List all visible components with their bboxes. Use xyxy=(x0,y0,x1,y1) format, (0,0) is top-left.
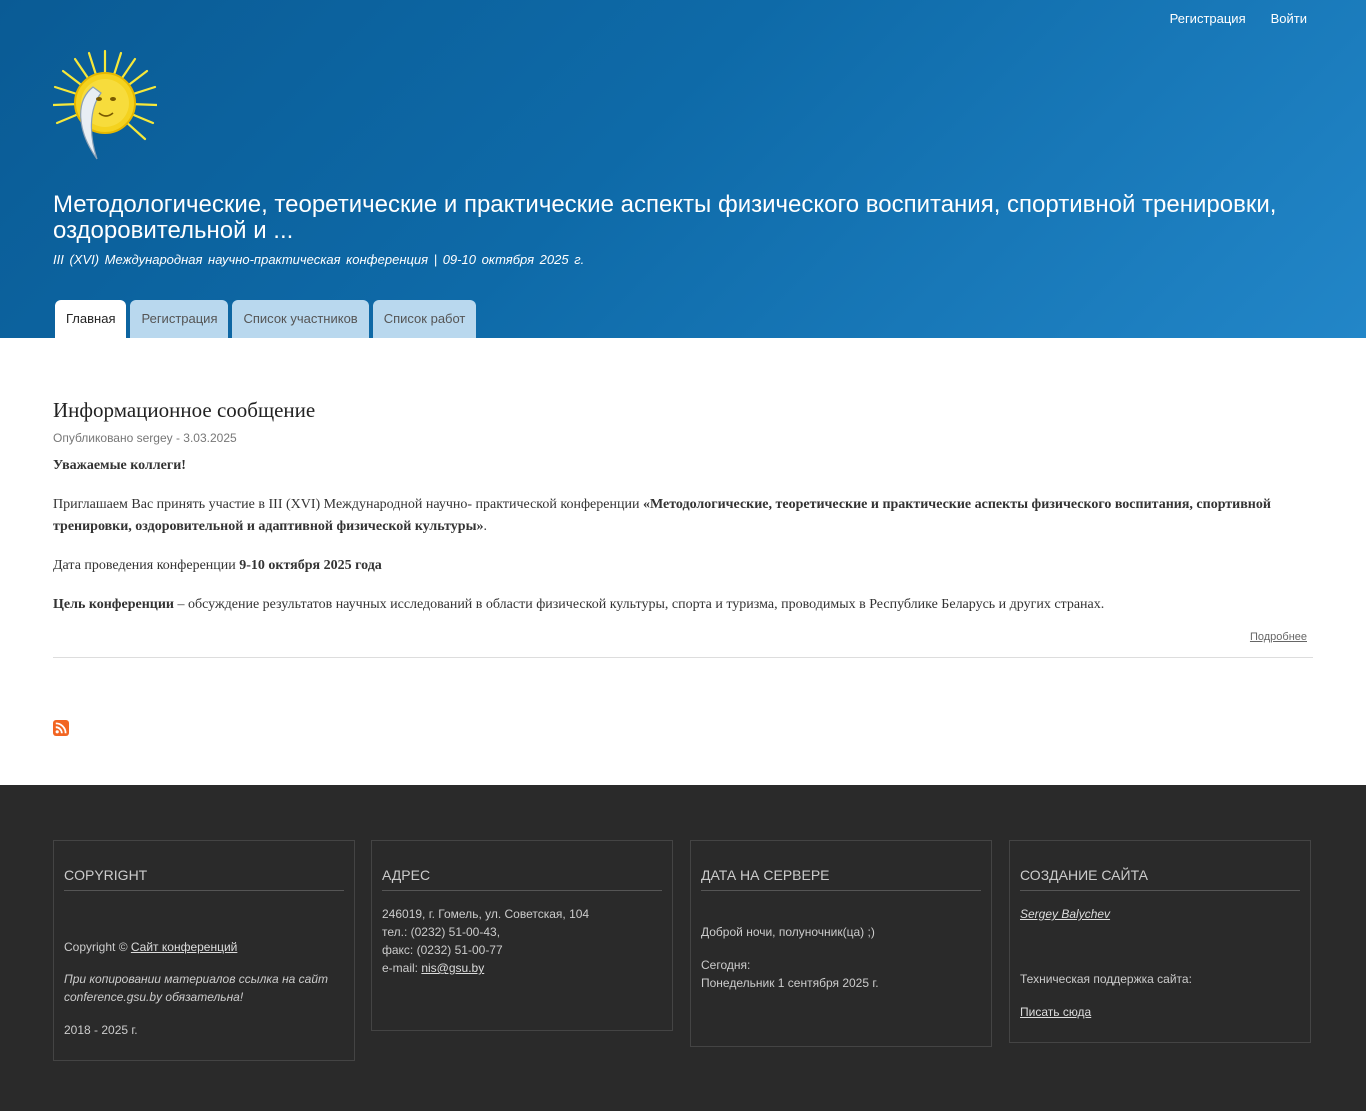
today-value: Понедельник 1 сентября 2025 г. xyxy=(701,976,879,990)
copyright-block: Copyright Copyright © Сайт конференций П… xyxy=(53,840,355,1061)
top-login-link[interactable]: Войти xyxy=(1271,11,1307,26)
author-line: Sergey Balychev xyxy=(1020,905,1300,923)
support-line: Писать сюда xyxy=(1020,1003,1300,1021)
read-more: Подробнее xyxy=(53,631,1313,643)
tab-home[interactable]: Главная xyxy=(55,300,127,338)
support-label: Техническая поддержка сайта: xyxy=(1020,972,1192,986)
goal-paragraph: Цель конференции – обсуждение результато… xyxy=(53,597,1105,612)
site-slogan: III (XVI) Международная научно-практичес… xyxy=(53,252,585,267)
address-fax: факс: (0232) 51-00-77 xyxy=(382,943,503,957)
address-street: 246019, г. Гомель, ул. Советская, 104 xyxy=(382,907,590,921)
node-submitted: Опубликовано sergey - 3.03.2025 xyxy=(53,431,237,445)
address-block: Адрес 246019, г. Гомель, ул. Советская, … xyxy=(371,840,673,1031)
copy-note: При копировании материалов ссылка на сай… xyxy=(64,972,329,1004)
node-title[interactable]: Информационное сообщение xyxy=(53,398,1313,423)
top-register-link[interactable]: Регистрация xyxy=(1170,11,1246,26)
site-footer: Copyright Copyright © Сайт конференций П… xyxy=(0,785,1366,1111)
main-content: Информационное сообщение Опубликовано se… xyxy=(53,338,1313,658)
site-title[interactable]: Методологические, теоретические и практи… xyxy=(53,192,1313,244)
invite-paragraph: Приглашаем Вас принять участие в III (XV… xyxy=(53,497,1271,534)
tab-participants[interactable]: Список участников xyxy=(232,300,369,338)
content-divider xyxy=(53,657,1313,658)
conference-site-link[interactable]: Сайт конференций xyxy=(131,940,238,954)
server-date-block: Дата на сервере Доброй ночи, полуночник(… xyxy=(690,840,992,1047)
read-more-link[interactable]: Подробнее xyxy=(1250,631,1307,643)
greeting: Уважаемые коллеги! xyxy=(53,458,186,473)
tab-papers[interactable]: Список работ xyxy=(372,300,477,338)
site-header: Регистрация Войти Методологические, теор… xyxy=(0,0,1366,338)
email-link[interactable]: nis@gsu.by xyxy=(421,961,484,975)
support-link[interactable]: Писать сюда xyxy=(1020,1005,1091,1019)
address-title: Адрес xyxy=(382,866,662,891)
date-paragraph: Дата проведения конференции 9-10 октября… xyxy=(53,558,382,573)
night-greeting: Доброй ночи, полуночник(ца) ;) xyxy=(701,925,875,939)
copyright-years: 2018 - 2025 г. xyxy=(64,1023,138,1037)
primary-tabs: Главная Регистрация Список участников Сп… xyxy=(53,300,477,338)
address-phone: тел.: (0232) 51-00-43, xyxy=(382,925,501,939)
tab-registration[interactable]: Регистрация xyxy=(130,300,229,338)
sun-moon-logo[interactable] xyxy=(53,49,157,162)
goal-label: Цель конференции xyxy=(53,597,174,612)
node-body: Уважаемые коллеги! Приглашаем Вас принят… xyxy=(53,455,1313,616)
today-label: Сегодня: xyxy=(701,958,751,972)
copyright-line: Copyright © Сайт конференций xyxy=(64,940,238,954)
address-email-line: e-mail: nis@gsu.by xyxy=(382,961,485,975)
user-menu: Регистрация Войти xyxy=(1170,11,1307,26)
site-creation-block: Создание сайта Sergey Balychev Техническ… xyxy=(1009,840,1311,1043)
server-date-title: Дата на сервере xyxy=(701,866,981,891)
site-creation-title: Создание сайта xyxy=(1020,866,1300,891)
author-link[interactable]: Sergey Balychev xyxy=(1020,907,1110,921)
conference-date: 9-10 октября 2025 года xyxy=(239,558,382,573)
copyright-title: Copyright xyxy=(64,866,344,891)
rss-icon[interactable] xyxy=(53,720,69,736)
